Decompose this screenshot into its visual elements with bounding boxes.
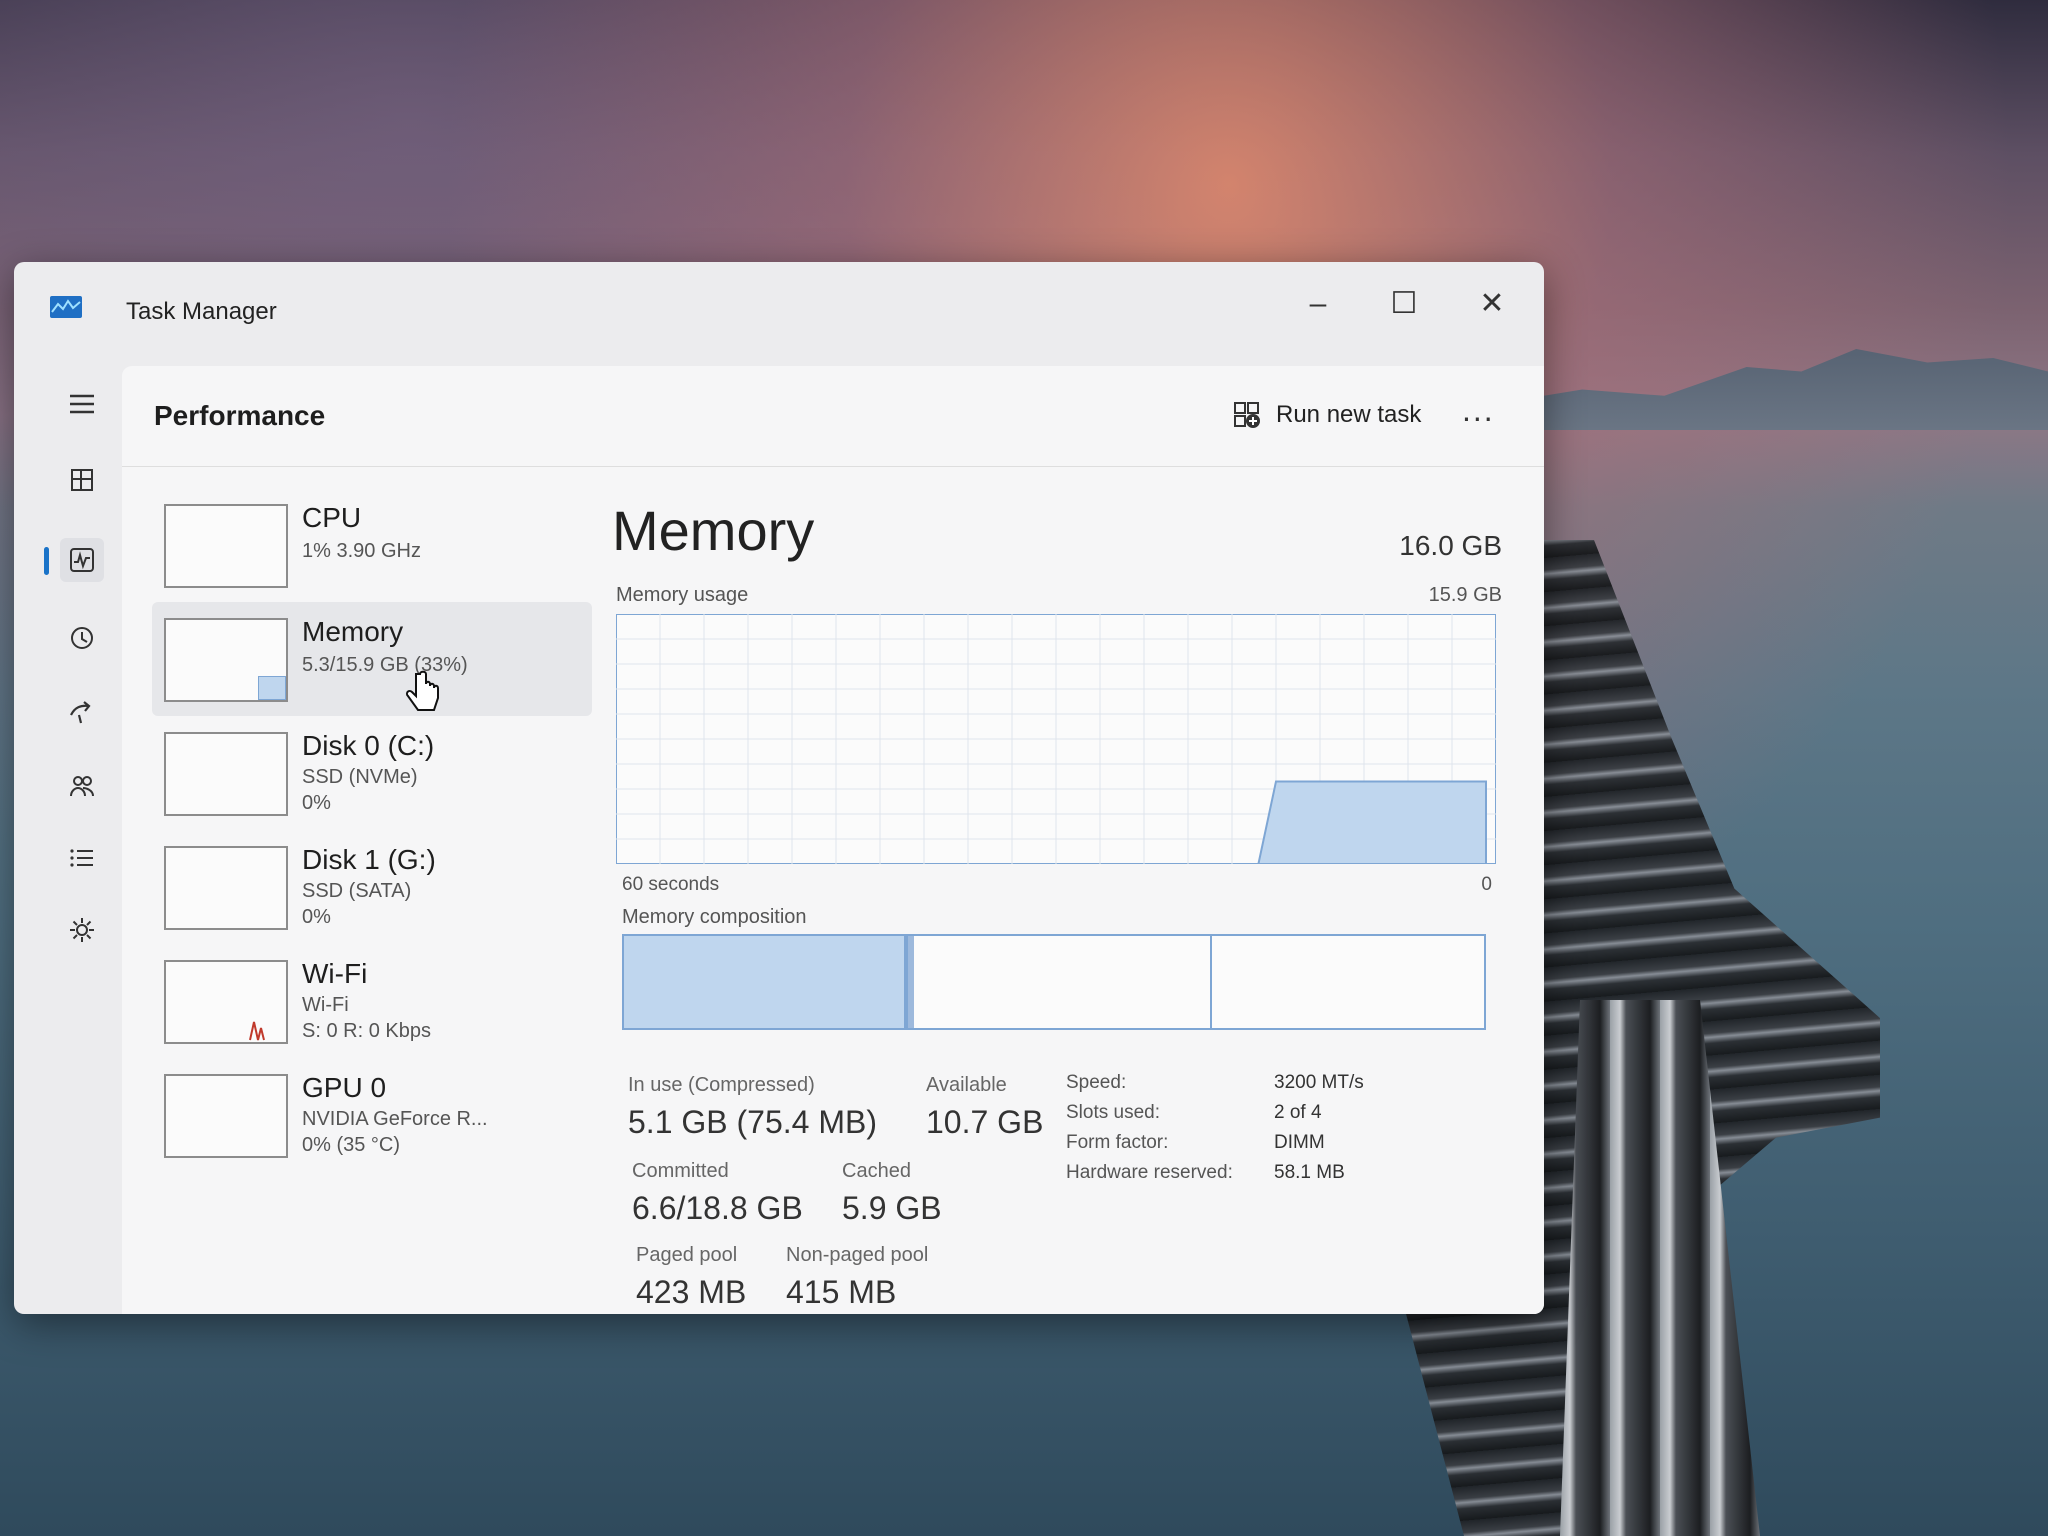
graph-time-span-label: 60 seconds: [622, 874, 720, 895]
resource-item-memory[interactable]: Memory 5.3/15.9 GB (33%): [152, 602, 592, 716]
cached-label: Cached: [842, 1160, 911, 1182]
users-icon: [70, 776, 94, 797]
gpu-0-thumbnail-graph: [164, 1074, 288, 1158]
close-button[interactable]: ✕: [1468, 284, 1516, 324]
available-label: Available: [926, 1074, 1007, 1096]
hardware-reserved-value: 58.1 MB: [1274, 1162, 1345, 1183]
resource-usage: 0%: [302, 906, 331, 928]
resource-detail: Wi-Fi: [302, 994, 349, 1016]
nav-startup-apps[interactable]: [60, 690, 104, 734]
resource-name: Memory: [302, 616, 404, 647]
resource-name: Disk 0 (C:): [302, 730, 435, 761]
graph-axis-zero-label: 0: [1481, 874, 1492, 895]
performance-icon: [70, 548, 94, 572]
wifi-thumbnail-graph: [164, 960, 288, 1044]
performance-panel: Performance Run new task ... CPU 1% 3.90…: [122, 366, 1544, 1314]
title-bar: Task Manager – ☐ ✕: [14, 262, 1544, 332]
hand-pointer-cursor: [405, 670, 439, 711]
resource-list: CPU 1% 3.90 GHz Memory 5.3/15.9 GB (33%)…: [152, 488, 592, 1172]
in-use-label: In use (Compressed): [628, 1074, 815, 1096]
memory-title: Memory: [612, 499, 815, 562]
resource-usage: 0%: [302, 792, 331, 814]
startup-apps-icon: [70, 701, 91, 724]
speed-value: 3200 MT/s: [1274, 1072, 1364, 1093]
menu-button[interactable]: [60, 382, 104, 426]
resource-item-disk-1[interactable]: Disk 1 (G:) SSD (SATA) 0%: [152, 830, 592, 944]
memory-usage-graph: [616, 614, 1496, 864]
non-paged-pool-label: Non-paged pool: [786, 1244, 929, 1266]
slots-used-value: 2 of 4: [1274, 1102, 1322, 1123]
resource-throughput: S: 0 R: 0 Kbps: [302, 1020, 431, 1042]
memory-thumbnail-fill: [258, 676, 286, 700]
background-mountains: [1500, 349, 2048, 430]
nav-performance[interactable]: [60, 538, 104, 582]
run-new-task-label: Run new task: [1276, 401, 1422, 428]
resource-detail: 1% 3.90 GHz: [302, 540, 421, 562]
resource-name: GPU 0: [302, 1072, 387, 1103]
nav-services[interactable]: [60, 908, 104, 952]
memory-usage-area: [1257, 780, 1487, 864]
memory-total: 16.0 GB: [1399, 530, 1502, 561]
speed-label: Speed:: [1066, 1072, 1127, 1093]
nav-users[interactable]: [60, 764, 104, 808]
navigation-rail: [40, 382, 120, 1302]
resource-detail: SSD (SATA): [302, 880, 412, 902]
maximize-button[interactable]: ☐: [1380, 284, 1428, 324]
resource-item-disk-0[interactable]: Disk 0 (C:) SSD (NVMe) 0%: [152, 716, 592, 830]
task-manager-window: Task Manager – ☐ ✕ Performance Run new t…: [14, 262, 1544, 1314]
composition-in-use: [624, 936, 908, 1028]
cached-value: 5.9 GB: [842, 1190, 942, 1226]
form-factor-label: Form factor:: [1066, 1132, 1169, 1153]
resource-item-gpu-0[interactable]: GPU 0 NVIDIA GeForce R... 0% (35 °C): [152, 1058, 592, 1172]
committed-label: Committed: [632, 1160, 729, 1182]
memory-composition-bar: [622, 934, 1486, 1030]
nav-details[interactable]: [60, 836, 104, 880]
more-options-button[interactable]: ...: [1462, 392, 1495, 429]
nav-processes[interactable]: [60, 458, 104, 502]
composition-standby: [914, 936, 1212, 1028]
resource-name: Disk 1 (G:): [302, 844, 436, 875]
resource-detail: 5.3/15.9 GB (33%): [302, 654, 468, 676]
memory-thumbnail-graph: [164, 618, 288, 702]
paged-pool-value: 423 MB: [636, 1274, 747, 1310]
resource-item-cpu[interactable]: CPU 1% 3.90 GHz: [152, 488, 592, 602]
resource-detail: SSD (NVMe): [302, 766, 418, 788]
disk-0-thumbnail-graph: [164, 732, 288, 816]
menu-icon: [70, 394, 94, 414]
paged-pool-label: Paged pool: [636, 1244, 738, 1266]
nav-app-history[interactable]: [60, 616, 104, 660]
non-paged-pool-value: 415 MB: [786, 1274, 897, 1310]
form-factor-value: DIMM: [1274, 1132, 1325, 1153]
header-divider: [122, 466, 1544, 467]
window-title: Task Manager: [126, 298, 277, 325]
resource-detail: NVIDIA GeForce R...: [302, 1108, 488, 1130]
memory-usage-max: 15.9 GB: [1428, 584, 1502, 606]
minimize-button[interactable]: –: [1294, 284, 1342, 324]
in-use-value: 5.1 GB (75.4 MB): [628, 1104, 877, 1140]
hardware-reserved-label: Hardware reserved:: [1066, 1162, 1233, 1183]
disk-1-thumbnail-graph: [164, 846, 288, 930]
resource-usage: 0% (35 °C): [302, 1134, 401, 1156]
nav-active-indicator: [44, 547, 49, 575]
resource-item-wifi[interactable]: Wi-Fi Wi-Fi S: 0 R: 0 Kbps: [152, 944, 592, 1058]
cpu-thumbnail-graph: [164, 504, 288, 588]
processes-icon: [71, 469, 93, 491]
details-icon: [70, 849, 93, 867]
page-title: Performance: [154, 400, 326, 431]
composition-free: [1212, 936, 1484, 1028]
services-icon: [70, 918, 94, 942]
run-new-task-button[interactable]: Run new task: [1232, 400, 1421, 430]
task-manager-app-icon: [50, 296, 82, 318]
run-new-task-icon: [1234, 402, 1260, 428]
slots-used-label: Slots used:: [1066, 1102, 1160, 1123]
memory-composition-label: Memory composition: [622, 906, 807, 928]
available-value: 10.7 GB: [926, 1104, 1044, 1140]
committed-value: 6.6/18.8 GB: [632, 1190, 803, 1226]
resource-name: Wi-Fi: [302, 958, 368, 989]
resource-name: CPU: [302, 502, 362, 533]
wifi-thumbnail-spike: [249, 1021, 265, 1041]
app-history-icon: [71, 627, 93, 649]
memory-usage-label: Memory usage: [616, 584, 749, 606]
